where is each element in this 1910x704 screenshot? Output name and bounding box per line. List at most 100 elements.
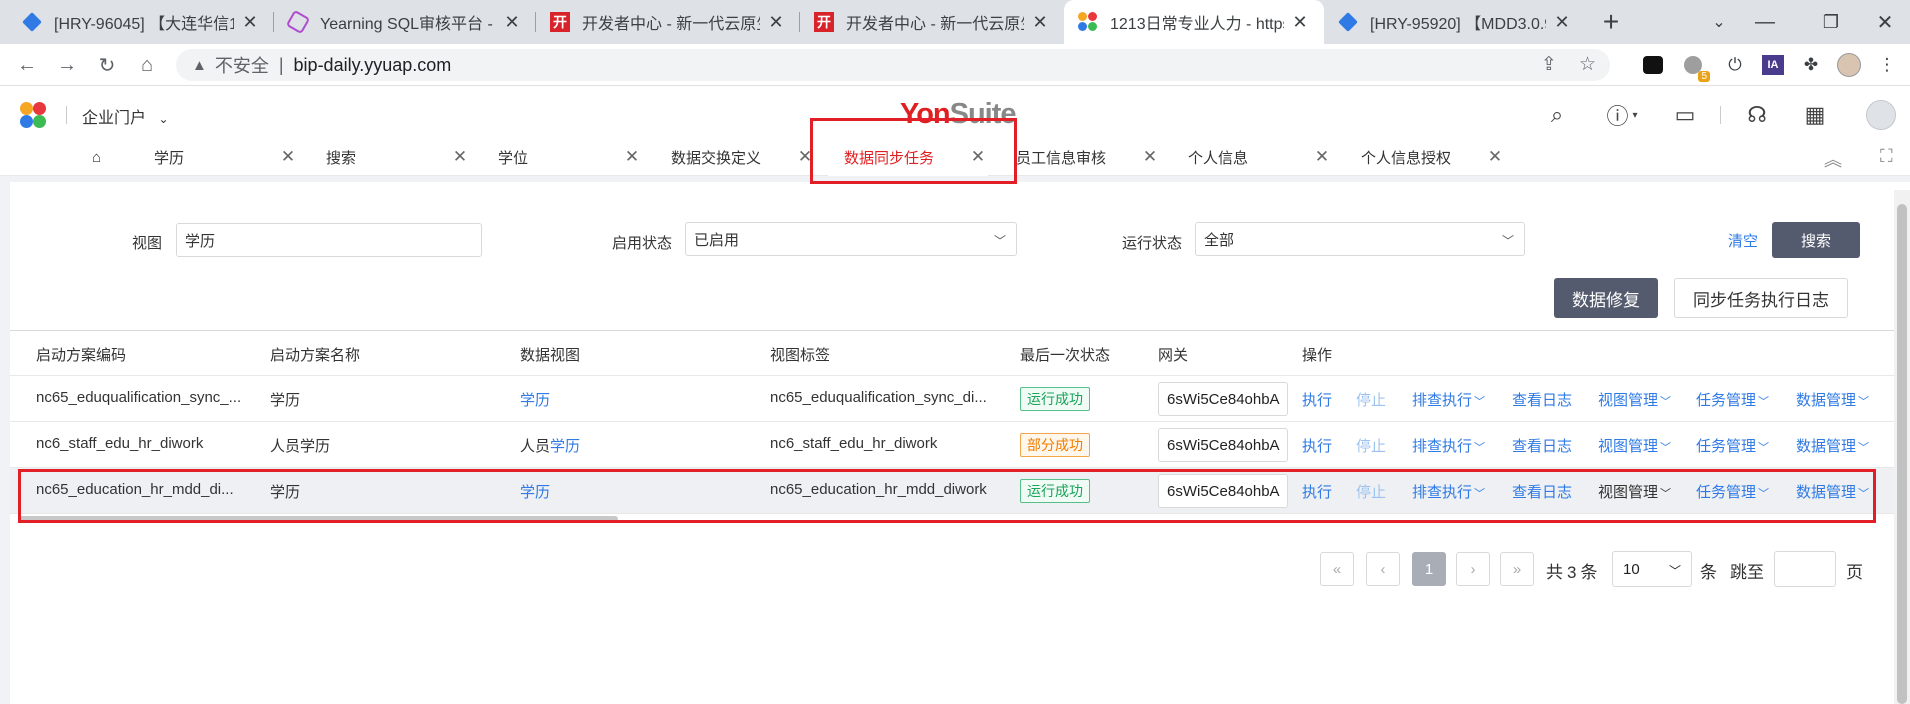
browser-tab-active[interactable]: 1213日常专业人力 - https: ✕ — [1064, 0, 1324, 44]
jump-page-input[interactable] — [1774, 551, 1836, 587]
data-mgmt-action[interactable]: 数据管理 ﹀ — [1796, 389, 1869, 410]
close-icon[interactable]: ✕ — [450, 147, 470, 167]
close-icon[interactable]: ✕ — [278, 147, 298, 167]
view-mgmt-action[interactable]: 视图管理 ﹀ — [1598, 435, 1671, 456]
stop-action[interactable]: 停止 — [1356, 481, 1386, 502]
gateway-field[interactable]: 6sWi5Ce84ohbA — [1158, 474, 1288, 508]
tab-data-exchange[interactable]: 数据交换定义 ✕ — [671, 138, 815, 176]
close-icon[interactable]: ✕ — [795, 147, 815, 167]
window-close-icon[interactable]: ✕ — [1862, 0, 1908, 44]
minimize-icon[interactable]: — — [1742, 0, 1788, 44]
view-logs-action[interactable]: 查看日志 — [1512, 389, 1572, 410]
queue-action[interactable]: 排查执行 ﹀ — [1412, 389, 1485, 410]
data-view-link[interactable]: 学历 — [520, 389, 550, 410]
run-action[interactable]: 执行 — [1302, 481, 1332, 502]
tab-degree[interactable]: 学位 ✕ — [498, 138, 642, 176]
tab-education[interactable]: 学历 ✕ — [154, 138, 298, 176]
help-icon[interactable]: ⓘ ▾ — [1600, 100, 1644, 130]
share-icon[interactable]: ⇪ — [1541, 53, 1557, 76]
calendar-icon[interactable]: ▦ — [1800, 100, 1830, 130]
stop-action[interactable]: 停止 — [1356, 389, 1386, 410]
forward-icon[interactable]: → — [52, 50, 82, 80]
home-icon[interactable]: ⌂ — [132, 50, 162, 80]
extension-badge-icon[interactable]: 5 — [1680, 52, 1710, 82]
gateway-field[interactable]: 6sWi5Ce84ohbA — [1158, 382, 1288, 416]
browser-tab[interactable]: 开 开发者中心 - 新一代云原生 ✕ — [800, 0, 1064, 44]
close-icon[interactable]: ✕ — [968, 147, 988, 167]
tab-search[interactable]: 搜索 ✕ — [326, 138, 470, 176]
profile-avatar[interactable] — [1836, 52, 1862, 78]
search-icon[interactable]: ⌕ — [1542, 100, 1572, 130]
ia-extension-icon[interactable]: IA — [1760, 52, 1786, 78]
page-size-select[interactable]: 10 ﹀ — [1612, 551, 1692, 587]
data-mgmt-action[interactable]: 数据管理 ﹀ — [1796, 435, 1869, 456]
browser-tab[interactable]: 开 开发者中心 - 新一代云原生 ✕ — [536, 0, 800, 44]
last-page-icon[interactable]: » — [1500, 552, 1534, 586]
vertical-scrollbar[interactable] — [1894, 190, 1910, 704]
close-icon[interactable]: ✕ — [1485, 147, 1505, 167]
user-avatar[interactable] — [1866, 100, 1896, 130]
headset-icon[interactable]: ☊ — [1742, 100, 1772, 130]
view-filter-input[interactable]: 学历 — [176, 223, 482, 257]
puzzle-icon[interactable]: ✤ — [1798, 52, 1824, 78]
view-logs-action[interactable]: 查看日志 — [1512, 435, 1572, 456]
message-icon[interactable]: ▭ — [1670, 100, 1700, 130]
new-tab-button[interactable]: + — [1588, 0, 1634, 44]
data-view-link[interactable]: 学历 — [550, 438, 580, 455]
clear-button[interactable]: 清空 — [1728, 230, 1758, 251]
run-status-select[interactable]: 全部 ﹀ — [1195, 222, 1525, 256]
data-repair-button[interactable]: 数据修复 — [1554, 278, 1658, 318]
home-tab-icon[interactable]: ⌂ — [92, 138, 118, 176]
close-icon[interactable]: ✕ — [1552, 12, 1572, 33]
fullscreen-icon[interactable]: ⛶ — [1880, 146, 1893, 167]
stop-action[interactable]: 停止 — [1356, 435, 1386, 456]
browser-tab[interactable]: [HRY-95920] 【MDD3.0.9 ✕ — [1324, 0, 1586, 44]
table-row[interactable]: nc65_eduqualification_sync_... 学历 学历 nc6… — [10, 375, 1894, 421]
close-icon[interactable]: ✕ — [1312, 147, 1332, 167]
more-menu-icon[interactable]: ⋮ — [1874, 52, 1900, 78]
table-row-selected[interactable]: nc65_education_hr_mdd_di... 学历 学历 nc65_e… — [10, 467, 1894, 513]
first-page-icon[interactable]: « — [1320, 552, 1354, 586]
browser-tab[interactable]: [HRY-96045] 【大连华信1 ✕ — [8, 0, 274, 44]
power-icon[interactable]: ⏻ — [1722, 52, 1748, 78]
reload-icon[interactable]: ↻ — [92, 50, 122, 80]
close-icon[interactable]: ✕ — [622, 147, 642, 167]
close-icon[interactable]: ✕ — [1290, 12, 1310, 33]
collapse-up-icon[interactable]: ︽ — [1824, 146, 1842, 172]
tab-employee-review[interactable]: 员工信息审核 ✕ — [1016, 138, 1160, 176]
sync-log-button[interactable]: 同步任务执行日志 — [1674, 278, 1848, 318]
run-action[interactable]: 执行 — [1302, 389, 1332, 410]
close-icon[interactable]: ✕ — [766, 12, 786, 33]
prev-page-icon[interactable]: ‹ — [1366, 552, 1400, 586]
close-icon[interactable]: ✕ — [1140, 147, 1160, 167]
back-icon[interactable]: ← — [12, 50, 42, 80]
task-mgmt-action[interactable]: 任务管理 ﹀ — [1696, 389, 1769, 410]
task-mgmt-action[interactable]: 任务管理 ﹀ — [1696, 481, 1769, 502]
gateway-field[interactable]: 6sWi5Ce84ohbA — [1158, 428, 1288, 462]
task-mgmt-action[interactable]: 任务管理 ﹀ — [1696, 435, 1769, 456]
search-button[interactable]: 搜索 — [1772, 222, 1860, 258]
next-page-icon[interactable]: › — [1456, 552, 1490, 586]
url-input[interactable]: ▲ 不安全 | bip-daily.yyuap.com ⇪ ☆ — [176, 49, 1610, 81]
data-view-link[interactable]: 学历 — [520, 481, 550, 502]
table-row[interactable]: nc6_staff_edu_hr_diwork 人员学历 人员学历 nc6_st… — [10, 421, 1894, 467]
view-mgmt-action[interactable]: 视图管理 ﹀ — [1598, 389, 1671, 410]
queue-action[interactable]: 排查执行 ﹀ — [1412, 435, 1485, 456]
run-action[interactable]: 执行 — [1302, 435, 1332, 456]
app-logo-icon[interactable] — [20, 102, 48, 130]
extension-icon[interactable] — [1640, 52, 1666, 78]
horizontal-scrollbar[interactable] — [18, 516, 618, 522]
close-icon[interactable]: ✕ — [502, 12, 522, 33]
tab-data-sync-task[interactable]: 数据同步任务 ✕ — [828, 138, 988, 176]
bookmark-star-icon[interactable]: ☆ — [1579, 53, 1596, 76]
close-icon[interactable]: ✕ — [240, 12, 260, 33]
tab-search-icon[interactable]: ⌄ — [1696, 0, 1742, 44]
view-mgmt-action[interactable]: 视图管理 ﹀ — [1598, 481, 1671, 502]
portal-switcher[interactable]: 企业门户 ⌄ — [82, 104, 169, 128]
page-number-current[interactable]: 1 — [1412, 552, 1446, 586]
browser-tab[interactable]: Yearning SQL审核平台 - ht ✕ — [274, 0, 536, 44]
tab-personal-info[interactable]: 个人信息 ✕ — [1188, 138, 1332, 176]
tab-personal-auth[interactable]: 个人信息授权 ✕ — [1361, 138, 1505, 176]
queue-action[interactable]: 排查执行 ﹀ — [1412, 481, 1485, 502]
enable-status-select[interactable]: 已启用 ﹀ — [685, 222, 1017, 256]
